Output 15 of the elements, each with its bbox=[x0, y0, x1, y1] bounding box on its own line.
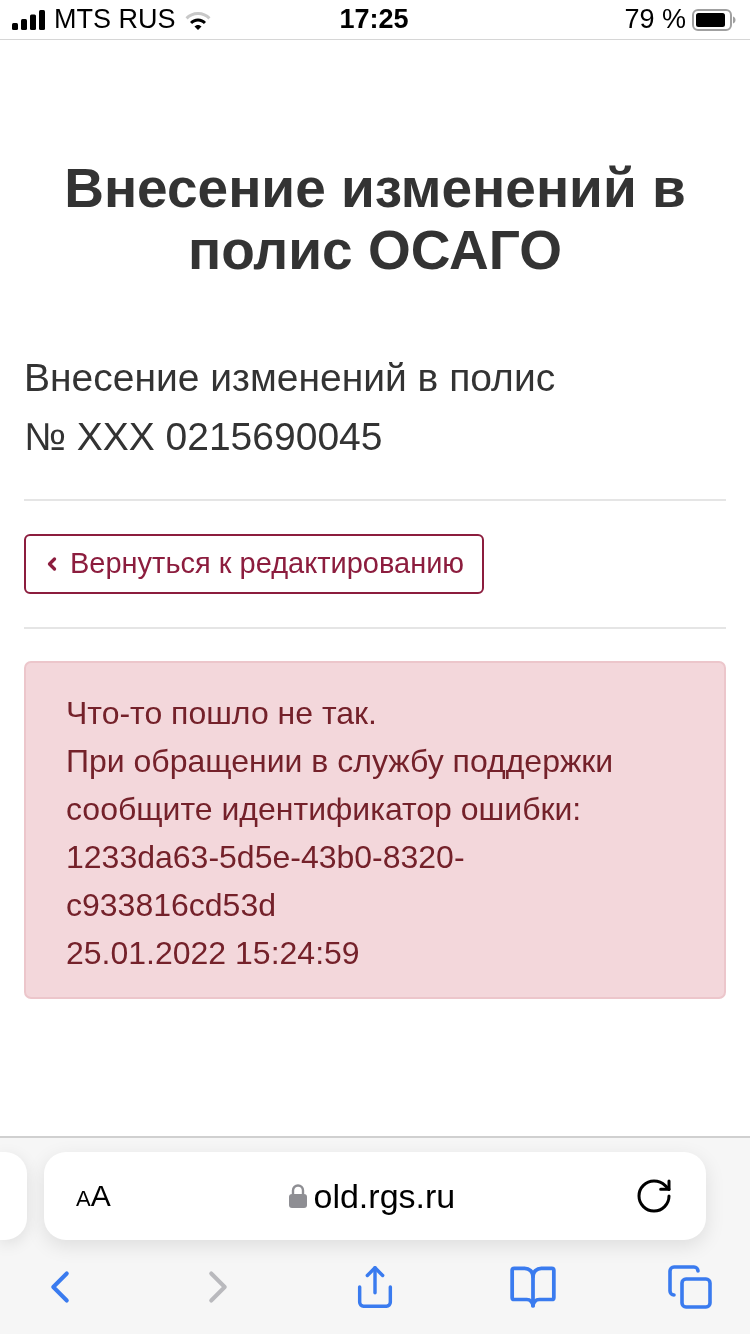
tabs-icon bbox=[666, 1263, 714, 1311]
page-title: Внесение изменений в полис ОСАГО bbox=[63, 157, 687, 281]
status-time: 17:25 bbox=[339, 6, 409, 33]
battery-icon bbox=[692, 8, 736, 31]
address-bar[interactable]: AA old.rgs.ru bbox=[44, 1152, 706, 1240]
page-subtitle: Внесение изменений в полис № XXX 0215690045 bbox=[24, 355, 557, 460]
url-text[interactable]: old.rgs.ru bbox=[313, 1179, 456, 1213]
battery-percent: 79 % bbox=[624, 6, 686, 33]
back-to-edit-button[interactable]: Вернуться к редактированию bbox=[24, 534, 485, 594]
carrier-name: MTS RUS bbox=[54, 6, 176, 33]
signal-icon bbox=[12, 9, 46, 30]
text-size-button[interactable]: AA bbox=[76, 1181, 111, 1211]
lock-icon bbox=[289, 1184, 308, 1208]
error-message: Что-то пошло не так. При обращении в службу поддержки сообщите идентификатор ошибки: 1233da63-5d5e-43b0-8320- c933816cd53d 25.01.2022 15:24:59 bbox=[66, 694, 615, 973]
wifi-icon bbox=[183, 9, 212, 30]
